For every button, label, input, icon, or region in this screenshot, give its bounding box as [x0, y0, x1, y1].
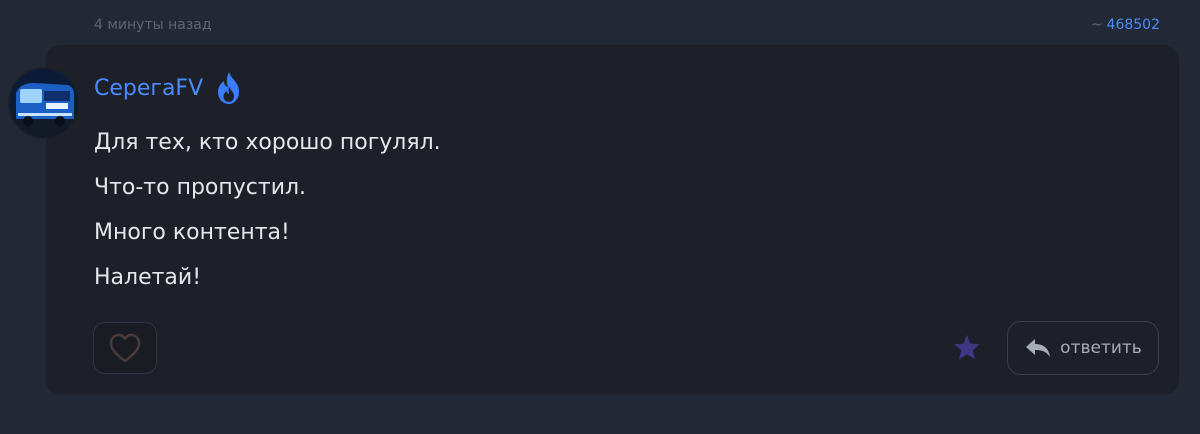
author-name[interactable]: СерегаFV [94, 76, 203, 101]
comment-line: Налетай! [94, 265, 202, 290]
favorite-button[interactable] [950, 330, 984, 366]
like-button[interactable] [93, 322, 157, 374]
comment-line: Для тех, кто хорошо погулял. [94, 130, 441, 155]
post-id-prefix: ~ [1090, 17, 1103, 33]
avatar-image [10, 69, 78, 137]
comment-line: Что-то пропустил. [94, 175, 307, 200]
reply-arrow-icon [1024, 336, 1052, 360]
post-timestamp: 4 минуты назад [94, 17, 212, 33]
reply-label: ответить [1060, 338, 1142, 358]
post-id-number: 468502 [1106, 17, 1160, 33]
fire-icon [213, 70, 245, 106]
heart-icon [109, 333, 141, 363]
author-row: СерегаFV [94, 68, 245, 108]
comment-body: Для тех, кто хорошо погулял. Что-то проп… [94, 120, 441, 300]
post-id-link[interactable]: ~468502 [1091, 17, 1160, 33]
comment-line: Много контента! [94, 220, 290, 245]
avatar[interactable] [10, 69, 78, 137]
reply-button[interactable]: ответить [1007, 321, 1159, 375]
post-meta-row: 4 минуты назад ~468502 [94, 14, 1160, 36]
star-icon [954, 335, 980, 360]
